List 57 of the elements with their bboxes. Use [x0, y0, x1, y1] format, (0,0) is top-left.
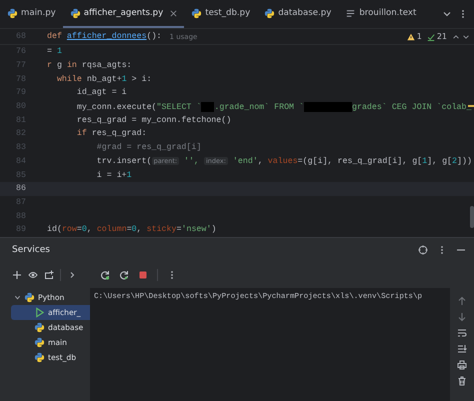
- code-line: i = i+1: [96, 170, 132, 180]
- line-number: 86: [15, 184, 26, 194]
- code-line: r g in rqsa_agts:: [47, 61, 132, 70]
- tab-label: database.py: [278, 8, 332, 18]
- print-icon[interactable]: [457, 360, 467, 370]
- code-line: def afficher_donnees():: [47, 32, 162, 41]
- chevron-down-icon[interactable]: [14, 294, 21, 301]
- code-line: while nb_agt+1 > i:: [56, 74, 152, 84]
- python-file-icon: [7, 8, 18, 18]
- stop-icon[interactable]: [138, 270, 148, 280]
- python-file-icon: [264, 8, 276, 18]
- code-line: my_conn.execute("SELECT ` .grade_nom` FROM ` grades` CEG JOIN `colab_: [76, 102, 472, 112]
- run-icon: [34, 307, 45, 318]
- trash-icon[interactable]: [457, 376, 467, 386]
- scroll-to-end-icon[interactable]: [457, 344, 467, 354]
- code-line: id(row=0, column=0, sticky='nsew'): [47, 225, 216, 234]
- python-file-icon: [70, 8, 81, 18]
- editor-tab[interactable]: afficher_agents.py: [62, 0, 184, 28]
- close-icon[interactable]: [170, 10, 178, 16]
- arrow-up-icon[interactable]: [457, 296, 467, 306]
- python-file-icon: [191, 8, 202, 18]
- check-icon[interactable]: [426, 32, 435, 40]
- chevron-up-icon[interactable]: [452, 32, 460, 40]
- new-tab-icon[interactable]: [44, 270, 54, 280]
- soft-wrap-icon[interactable]: [457, 328, 467, 338]
- code-line: #grad = res_q_grad[i]: [96, 143, 202, 152]
- python-file-icon: [34, 337, 45, 348]
- python-icon: [24, 292, 35, 303]
- tab-label: main.py: [21, 8, 56, 18]
- editor-tab[interactable]: brouillon.text: [338, 0, 424, 28]
- check-count: 21: [436, 32, 447, 41]
- panel-title: Services: [12, 245, 50, 255]
- code-line: id_agt = i: [76, 88, 127, 98]
- python-file-icon: [34, 322, 45, 333]
- editor-tab[interactable]: main.py: [0, 0, 63, 28]
- warning-icon[interactable]: [406, 32, 415, 40]
- warning-count: 1: [416, 32, 422, 41]
- tab-label: test_db.py: [205, 8, 250, 18]
- tab-label: afficher_agents.py: [84, 8, 164, 18]
- add-icon[interactable]: [12, 270, 22, 280]
- eye-icon[interactable]: [28, 270, 38, 280]
- editor-tab[interactable]: test_db.py: [184, 0, 258, 28]
- editor-tab[interactable]: database.py: [257, 0, 338, 28]
- code-line: = 1: [47, 47, 62, 56]
- text-file-icon: [345, 8, 356, 18]
- arrow-down-icon[interactable]: [457, 312, 467, 322]
- tab-label: brouillon.text: [359, 8, 416, 18]
- crosshair-icon[interactable]: [418, 245, 428, 255]
- code-line: if res_q_grad:: [76, 129, 147, 138]
- warning-marker: [468, 105, 474, 107]
- chevron-down-icon[interactable]: [462, 32, 470, 40]
- rerun-icon[interactable]: [119, 270, 129, 280]
- python-file-icon: [34, 352, 45, 363]
- code-line: res_q_grad = my_conn.fetchone(): [76, 116, 232, 125]
- scrollbar-thumb[interactable]: [470, 206, 474, 228]
- chevron-down-icon[interactable]: [442, 9, 452, 19]
- rerun-icon[interactable]: [100, 270, 110, 280]
